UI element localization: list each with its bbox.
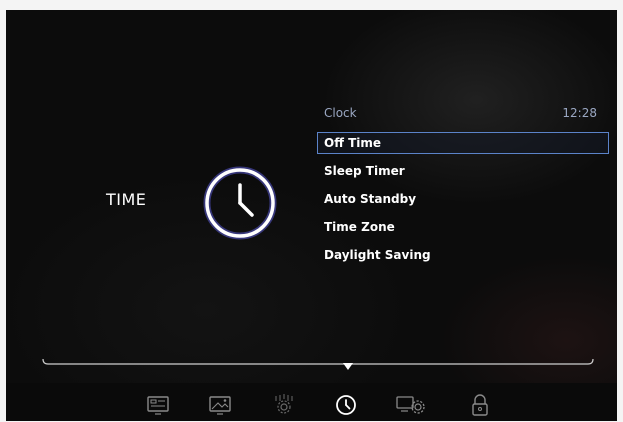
menu-header: Clock 12:28 xyxy=(317,104,609,126)
menu-item-daylight-saving[interactable]: Daylight Saving xyxy=(317,244,609,266)
time-icon[interactable] xyxy=(334,393,358,417)
sound-settings-icon[interactable] xyxy=(272,393,296,417)
section-title: TIME xyxy=(106,190,147,209)
tv-menu-screen: TIME Clock 12:28 Off Time Sleep Timer Au… xyxy=(6,10,617,421)
clock-menu: Clock 12:28 Off Time Sleep Timer Auto St… xyxy=(317,104,609,266)
category-divider xyxy=(42,358,594,365)
clock-icon xyxy=(203,166,277,240)
menu-item-sleep-timer[interactable]: Sleep Timer xyxy=(317,160,609,182)
menu-header-title: Clock xyxy=(324,106,357,120)
category-bar xyxy=(6,383,617,421)
active-category-pointer xyxy=(343,363,353,370)
current-time: 12:28 xyxy=(562,106,597,120)
image-icon[interactable] xyxy=(208,393,232,417)
menu-item-auto-standby[interactable]: Auto Standby xyxy=(317,188,609,210)
picture-menu-icon[interactable] xyxy=(146,393,170,417)
lock-icon[interactable] xyxy=(468,393,492,417)
menu-item-off-time[interactable]: Off Time xyxy=(317,132,609,154)
settings-icon[interactable] xyxy=(396,393,426,417)
menu-item-time-zone[interactable]: Time Zone xyxy=(317,216,609,238)
